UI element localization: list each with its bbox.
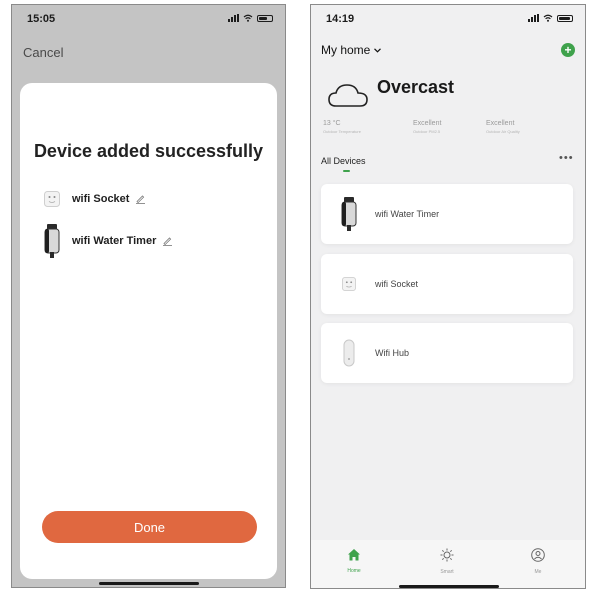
status-icons [528, 14, 573, 22]
battery-icon [257, 15, 273, 22]
signal-icon [228, 14, 239, 22]
status-time: 15:05 [27, 13, 56, 25]
tab-home[interactable]: Home [334, 548, 374, 574]
signal-icon [528, 14, 539, 22]
weather-condition: Overcast [377, 77, 455, 97]
bottom-tab-bar: Home Smart Me [311, 540, 585, 588]
user-icon [531, 548, 545, 562]
metric-caption: Outdoor Temperature [323, 129, 361, 134]
edit-pencil-icon[interactable] [162, 236, 173, 246]
hub-icon [343, 339, 355, 367]
tab-label: Smart [440, 569, 454, 575]
device-card[interactable]: Wifi Hub [321, 323, 573, 383]
success-title: Device added successfully [33, 141, 264, 161]
done-button[interactable]: Done [42, 511, 257, 543]
success-sheet: Device added successfully wifi Socket wi… [20, 83, 277, 579]
water-timer-icon [44, 224, 60, 258]
status-bar: 14:19 [311, 5, 585, 31]
metric-value: 13 °C [323, 120, 341, 127]
metric-caption: Outdoor Air Quality [486, 129, 520, 134]
socket-icon [44, 191, 60, 207]
added-device-row[interactable]: wifi Water Timer [44, 224, 173, 258]
tab-me[interactable]: Me [518, 548, 558, 575]
add-device-button[interactable]: + [561, 43, 575, 57]
metric-value: Excellent [413, 120, 442, 127]
chevron-down-icon [374, 47, 382, 53]
weather-metric: 13 °C Outdoor Temperature [323, 120, 361, 134]
active-tab-indicator [343, 170, 350, 172]
cancel-button[interactable]: Cancel [23, 45, 63, 60]
weather-metric: Excellent Outdoor PM2.5 [413, 120, 441, 134]
weather-metric: Excellent Outdoor Air Quality [486, 120, 520, 134]
wifi-icon [243, 14, 253, 22]
tab-label: Me [534, 569, 542, 575]
tab-all-devices[interactable]: All Devices [321, 156, 366, 166]
home-indicator [99, 582, 199, 585]
home-icon [348, 549, 360, 561]
tab-smart[interactable]: Smart [427, 548, 467, 575]
device-card[interactable]: wifi Socket [321, 254, 573, 314]
device-added-screen: 15:05 Cancel Device added successfully w… [11, 4, 286, 588]
home-selector[interactable]: My home [321, 43, 382, 57]
status-time: 14:19 [326, 13, 355, 25]
added-device-row[interactable]: wifi Socket [44, 191, 146, 207]
battery-icon [557, 15, 573, 22]
tab-label: Home [347, 568, 361, 574]
device-name: Wifi Hub [375, 348, 410, 358]
sun-icon [440, 548, 454, 562]
status-icons [228, 14, 273, 22]
device-name: wifi Water Timer [72, 235, 157, 247]
device-name: wifi Socket [72, 193, 130, 205]
device-name: wifi Socket [375, 279, 419, 289]
home-screen: 14:19 My home + Overcast 13 °C Outdoor T… [310, 4, 586, 589]
edit-pencil-icon[interactable] [135, 194, 146, 204]
metric-caption: Outdoor PM2.5 [413, 129, 441, 134]
socket-icon [342, 277, 356, 291]
device-name: wifi Water Timer [375, 209, 440, 219]
water-timer-icon [341, 197, 357, 231]
status-bar: 15:05 [12, 5, 285, 31]
more-options-button[interactable]: ••• [559, 152, 574, 164]
wifi-icon [543, 14, 553, 22]
cloud-icon [328, 84, 368, 107]
device-card[interactable]: wifi Water Timer [321, 184, 573, 244]
home-label: My home [321, 43, 371, 57]
metric-value: Excellent [486, 120, 515, 127]
plus-icon: + [564, 43, 572, 57]
home-indicator [399, 585, 499, 588]
